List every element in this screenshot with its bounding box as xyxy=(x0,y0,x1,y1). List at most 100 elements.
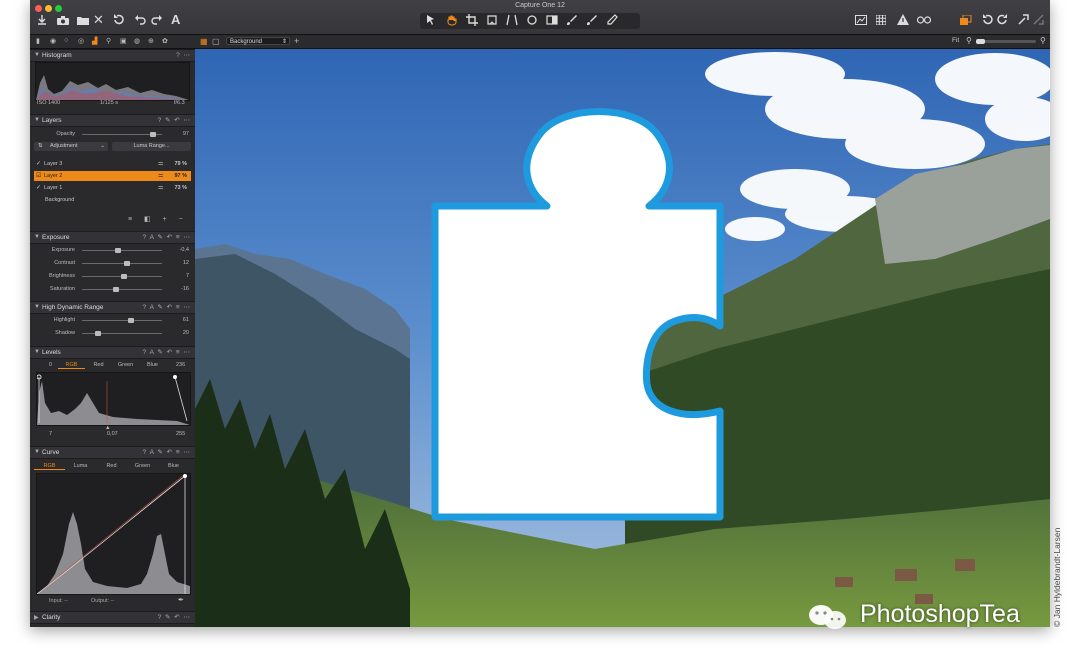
layer-checkbox[interactable]: ☑ xyxy=(36,172,41,179)
collapse-arrow-icon[interactable]: ▼ xyxy=(34,349,40,355)
collapse-arrow-icon[interactable]: ▼ xyxy=(34,52,40,58)
levels-output-high[interactable]: 236 xyxy=(176,362,185,368)
clarity-tools-icons[interactable]: ? ✎ ↶ ⋯ xyxy=(158,613,191,621)
eyedropper-icon[interactable]: ✒ xyxy=(178,596,184,604)
layer-select[interactable]: Background ⇕ xyxy=(226,37,290,45)
color-tab-icon[interactable]: ◎ xyxy=(78,37,84,45)
channel-tab[interactable]: Green xyxy=(127,463,158,469)
zoom-slider-knob[interactable] xyxy=(976,39,985,44)
collapse-arrow-icon[interactable]: ▼ xyxy=(34,449,40,455)
slider-track[interactable] xyxy=(82,289,162,290)
opacity-slider-knob[interactable] xyxy=(150,132,156,137)
collapse-arrow-icon[interactable]: ▼ xyxy=(34,117,40,123)
layer-checkbox[interactable]: ✓ xyxy=(36,184,41,191)
single-view-icon[interactable]: ▢ xyxy=(212,37,220,46)
levels-input-low[interactable]: 7 xyxy=(49,431,52,437)
lens-tab-icon[interactable]: ○ xyxy=(64,37,68,44)
library-tab-icon[interactable]: ▮ xyxy=(36,37,40,45)
gradient-tool-icon[interactable] xyxy=(586,14,598,26)
proof-glasses-icon[interactable] xyxy=(917,16,931,24)
collapse-arrow-icon[interactable]: ▶ xyxy=(34,614,39,621)
layers-header[interactable]: ▼ Layers ? ✎ ↶ ⋯ xyxy=(30,114,195,127)
spot-removal-icon[interactable] xyxy=(526,14,538,26)
hdr-tools-icons[interactable]: ? A ✎ ↶ ≡ ⋯ xyxy=(143,303,191,311)
exposure-tab-icon[interactable]: ▟ xyxy=(92,37,97,45)
layer-item[interactable]: ☑ Layer 2 ⚌ 97 % xyxy=(34,171,191,181)
reset-icon[interactable] xyxy=(113,14,124,25)
channel-tab[interactable]: Red xyxy=(85,362,112,368)
levels-header[interactable]: ▼ Levels ? A ✎ ↶ ≡ ⋯ xyxy=(30,346,195,359)
mask-tool-icon[interactable] xyxy=(546,14,558,26)
exposure-header[interactable]: ▼ Exposure ? A ✎ ↶ ≡ ⋯ xyxy=(30,231,195,244)
delete-icon[interactable]: ✕ xyxy=(93,13,104,27)
channel-tab[interactable]: Blue xyxy=(158,463,189,469)
copy-adjustments-icon[interactable] xyxy=(960,15,972,25)
camera-icon[interactable] xyxy=(57,16,69,25)
slider-track[interactable] xyxy=(82,263,162,264)
redo-icon[interactable] xyxy=(151,14,162,25)
slider-knob[interactable] xyxy=(115,248,121,253)
zoom-search-icon[interactable]: ⚲ xyxy=(966,36,972,45)
rotate-right-icon[interactable] xyxy=(997,14,1008,25)
pan-tool-icon[interactable] xyxy=(446,14,458,26)
channel-tab[interactable]: RGB xyxy=(34,463,65,470)
apply-adjustments-icon[interactable] xyxy=(1033,14,1044,25)
layer-item[interactable]: ✓ Layer 1 ⚌ 73 % xyxy=(34,183,191,193)
channel-tab[interactable]: Red xyxy=(96,463,127,469)
details-tab-icon[interactable]: ⚲ xyxy=(106,37,111,45)
text-tool-icon[interactable]: A xyxy=(171,13,180,27)
rotate-tool-icon[interactable] xyxy=(486,14,498,26)
slider-track[interactable] xyxy=(82,320,162,321)
import-icon[interactable] xyxy=(37,15,47,26)
pick-color-icon[interactable] xyxy=(1018,14,1029,25)
reset-adjustments-icon[interactable] xyxy=(982,14,993,25)
help-more-icon[interactable]: ? ⋯ xyxy=(176,51,191,59)
slider-knob[interactable] xyxy=(127,318,134,323)
slider-knob[interactable] xyxy=(95,331,101,336)
layer-checkbox[interactable]: ✓ xyxy=(36,160,41,167)
layer-actions-icons[interactable]: ≡ ◧ + − xyxy=(128,215,188,223)
grid-icon[interactable] xyxy=(876,15,886,25)
add-layer-icon[interactable]: + xyxy=(294,36,299,46)
channel-tab[interactable]: Blue xyxy=(139,362,166,368)
brush-tool-icon[interactable] xyxy=(566,14,578,26)
levels-midpoint[interactable]: 0,07 xyxy=(107,431,118,437)
curve-tools-icons[interactable]: ? A ✎ ↶ ≡ ⋯ xyxy=(143,448,191,456)
channel-tab[interactable]: Green xyxy=(112,362,139,368)
hdr-header[interactable]: ▼ High Dynamic Range ? A ✎ ↶ ≡ ⋯ xyxy=(30,301,195,314)
slider-knob[interactable] xyxy=(121,274,128,279)
metadata-tab-icon[interactable]: ◍ xyxy=(134,37,140,45)
undo-icon[interactable] xyxy=(135,14,146,25)
collapse-arrow-icon[interactable]: ▼ xyxy=(34,304,40,310)
crop-tool-icon[interactable] xyxy=(466,14,478,26)
channel-tab[interactable]: RGB xyxy=(58,362,85,369)
image-viewer[interactable] xyxy=(195,49,1050,627)
capture-tab-icon[interactable]: ◉ xyxy=(50,37,56,45)
clarity-header[interactable]: ▶ Clarity ? ✎ ↶ ⋯ xyxy=(30,611,195,624)
zoom-in-icon[interactable]: ⚲ xyxy=(1040,36,1046,45)
channel-tab[interactable]: Luma xyxy=(65,463,96,469)
collapse-arrow-icon[interactable]: ▼ xyxy=(34,234,40,240)
slider-track[interactable] xyxy=(82,333,162,334)
tool-tabs[interactable]: ▮ ◉ ○ ◎ ▟ ⚲ ▣ ◍ ⊕ ✿ xyxy=(34,37,194,46)
folder-icon[interactable] xyxy=(77,16,89,25)
grid-view-icon[interactable]: ▦ xyxy=(200,37,208,46)
warning-icon[interactable] xyxy=(897,14,909,25)
slider-knob[interactable] xyxy=(112,287,119,292)
slider-knob[interactable] xyxy=(123,261,130,266)
levels-plot[interactable] xyxy=(36,372,191,426)
histogram-header[interactable]: ▼ Histogram ? ⋯ xyxy=(30,49,195,62)
luma-range-button[interactable]: Luma Range... xyxy=(112,142,191,151)
eraser-tool-icon[interactable] xyxy=(606,14,618,26)
curve-header[interactable]: ▼ Curve ? A ✎ ↶ ≡ ⋯ xyxy=(30,446,195,459)
pointer-tool-icon[interactable] xyxy=(426,14,438,26)
slider-track[interactable] xyxy=(82,250,162,251)
adjustments-tab-icon[interactable]: ▣ xyxy=(120,37,127,45)
output-tab-icon[interactable]: ⊕ xyxy=(148,37,154,45)
adjustment-select[interactable]: ⇅ Adjustment ⌄ xyxy=(34,142,108,151)
curve-plot[interactable] xyxy=(36,473,191,595)
zoom-slider[interactable] xyxy=(976,39,1036,44)
layers-tools-icons[interactable]: ? ✎ ↶ ⋯ xyxy=(158,116,191,124)
levels-tools-icons[interactable]: ? A ✎ ↶ ≡ ⋯ xyxy=(143,348,191,356)
exposure-tools-icons[interactable]: ? A ✎ ↶ ≡ ⋯ xyxy=(143,233,191,241)
